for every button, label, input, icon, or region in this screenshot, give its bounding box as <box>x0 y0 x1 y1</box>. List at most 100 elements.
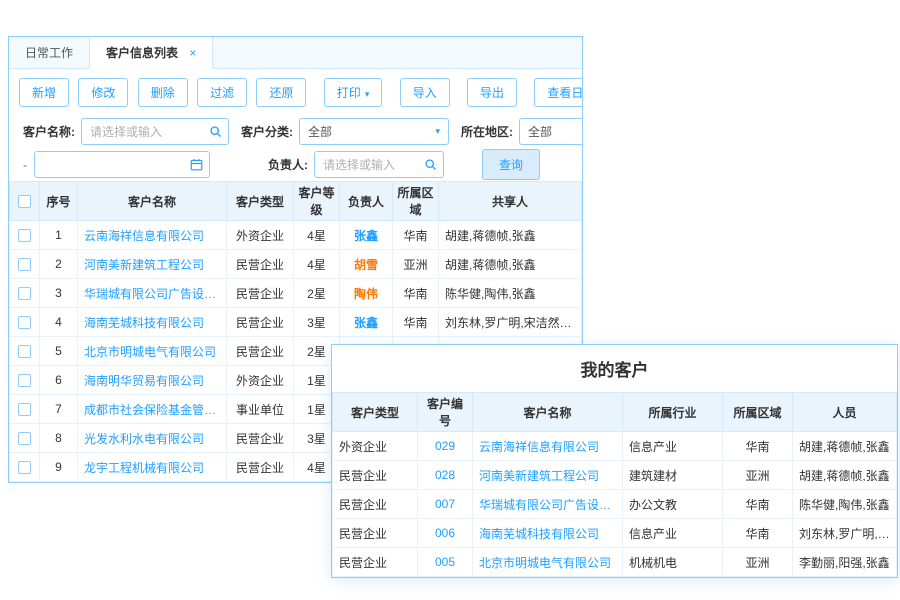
view-log-button[interactable]: 查看日志 <box>534 78 583 107</box>
customer-name-link[interactable]: 北京市明城电气有限公司 <box>78 337 227 366</box>
search-icon[interactable] <box>424 158 437 174</box>
row-checkbox[interactable] <box>18 229 31 242</box>
customer-name-input[interactable] <box>81 118 229 145</box>
edit-button[interactable]: 修改 <box>78 78 128 107</box>
row-checkbox[interactable] <box>18 403 31 416</box>
customer-name-label: 客户名称: <box>23 123 75 140</box>
customer-region: 华南 <box>723 432 793 461</box>
import-button[interactable]: 导入 <box>400 78 450 107</box>
customer-code-link[interactable]: 006 <box>418 519 473 548</box>
row-index: 2 <box>40 250 78 279</box>
filter-button[interactable]: 过滤 <box>197 78 247 107</box>
close-icon[interactable]: × <box>189 46 196 60</box>
customer-shared: 胡建,蒋德帧,张鑫 <box>439 250 582 279</box>
customer-level: 4星 <box>294 221 340 250</box>
customer-name-link[interactable]: 云南海祥信息有限公司 <box>78 221 227 250</box>
filter-row-2: - 负责人: 查询 <box>9 148 582 181</box>
select-all-header <box>10 182 40 221</box>
customer-name-link[interactable]: 龙宇工程机械有限公司 <box>78 453 227 482</box>
table-row[interactable]: 3 华瑞城有限公司广告设计部 民营企业 2星 陶伟 华南 陈华健,陶伟,张鑫 <box>10 279 582 308</box>
row-index: 8 <box>40 424 78 453</box>
print-button-label: 打印 <box>337 86 361 100</box>
customer-region: 华南 <box>393 279 439 308</box>
customer-region: 亚洲 <box>723 548 793 577</box>
tab-daily-work[interactable]: 日常工作 <box>9 37 89 68</box>
customer-region: 华南 <box>393 221 439 250</box>
customer-name-link[interactable]: 光发水利水电有限公司 <box>78 424 227 453</box>
customer-code-link[interactable]: 005 <box>418 548 473 577</box>
customer-type: 民营企业 <box>333 548 418 577</box>
customer-type: 民营企业 <box>227 337 294 366</box>
row-checkbox[interactable] <box>18 287 31 300</box>
tab-customer-list[interactable]: 客户信息列表 × <box>89 37 213 69</box>
header-row: 客户类型 客户编号 客户名称 所属行业 所属区域 人员 <box>333 393 897 432</box>
customer-name-link[interactable]: 海南芜城科技有限公司 <box>78 308 227 337</box>
tab-customer-list-label: 客户信息列表 <box>106 46 178 60</box>
calendar-icon[interactable] <box>190 158 203 174</box>
customer-leader[interactable]: 张鑫 <box>340 308 393 337</box>
customer-industry: 信息产业 <box>623 519 723 548</box>
row-checkbox[interactable] <box>18 316 31 329</box>
leader-label: 负责人: <box>268 156 308 173</box>
table-row[interactable]: 4 海南芜城科技有限公司 民营企业 3星 张鑫 华南 刘东林,罗广明,宋洁然,张… <box>10 308 582 337</box>
row-checkbox[interactable] <box>18 432 31 445</box>
header-customer-name: 客户名称 <box>473 393 623 432</box>
customer-code-link[interactable]: 007 <box>418 490 473 519</box>
header-customer-name: 客户名称 <box>78 182 227 221</box>
row-checkbox[interactable] <box>18 374 31 387</box>
customer-type: 民营企业 <box>333 461 418 490</box>
table-row[interactable]: 2 河南美新建筑工程公司 民营企业 4星 胡雪 亚洲 胡建,蒋德帧,张鑫 <box>10 250 582 279</box>
customer-category-label: 客户分类: <box>241 123 293 140</box>
leader-field-wrap <box>314 151 444 178</box>
customer-leader[interactable]: 胡雪 <box>340 250 393 279</box>
date-input[interactable] <box>34 151 210 178</box>
row-checkbox[interactable] <box>18 345 31 358</box>
my-customers-body: 外资企业 029 云南海祥信息有限公司 信息产业 华南 胡建,蒋德帧,张鑫 民营… <box>333 432 897 577</box>
customer-staff: 陈华健,陶伟,张鑫 <box>793 490 897 519</box>
row-checkbox[interactable] <box>18 258 31 271</box>
customer-name-link[interactable]: 河南美新建筑工程公司 <box>78 250 227 279</box>
customer-name-link[interactable]: 河南美新建筑工程公司 <box>473 461 623 490</box>
header-customer-type: 客户类型 <box>227 182 294 221</box>
table-row[interactable]: 民营企业 007 华瑞城有限公司广告设计部 办公文教 华南 陈华健,陶伟,张鑫 <box>333 490 897 519</box>
query-button[interactable]: 查询 <box>482 149 540 180</box>
customer-name-link[interactable]: 华瑞城有限公司广告设计部 <box>78 279 227 308</box>
region-select[interactable]: 全部 ▾ <box>519 118 583 145</box>
restore-button[interactable]: 还原 <box>256 78 306 107</box>
delete-button[interactable]: 删除 <box>138 78 188 107</box>
customer-industry: 信息产业 <box>623 432 723 461</box>
customer-type: 民营企业 <box>227 453 294 482</box>
table-row[interactable]: 1 云南海祥信息有限公司 外资企业 4星 张鑫 华南 胡建,蒋德帧,张鑫 <box>10 221 582 250</box>
customer-name-link[interactable]: 成都市社会保险基金管理... <box>78 395 227 424</box>
table-row[interactable]: 民营企业 006 海南芜城科技有限公司 信息产业 华南 刘东林,罗广明,宋洁然.… <box>333 519 897 548</box>
customer-industry: 建筑建材 <box>623 461 723 490</box>
header-staff: 人员 <box>793 393 897 432</box>
checkbox-cell <box>10 453 40 482</box>
customer-code-link[interactable]: 028 <box>418 461 473 490</box>
customer-industry: 机械机电 <box>623 548 723 577</box>
customer-category-value: 全部 <box>308 123 332 140</box>
table-row[interactable]: 民营企业 005 北京市明城电气有限公司 机械机电 亚洲 李勤丽,阳强,张鑫 <box>333 548 897 577</box>
customer-name-link[interactable]: 北京市明城电气有限公司 <box>473 548 623 577</box>
chevron-down-icon: ▾ <box>365 89 370 99</box>
customer-leader[interactable]: 陶伟 <box>340 279 393 308</box>
customer-category-select[interactable]: 全部 ▾ <box>299 118 449 145</box>
print-button[interactable]: 打印 ▾ <box>324 78 383 107</box>
customer-name-link[interactable]: 海南芜城科技有限公司 <box>473 519 623 548</box>
search-icon[interactable] <box>209 125 222 141</box>
customer-name-link[interactable]: 云南海祥信息有限公司 <box>473 432 623 461</box>
customer-name-link[interactable]: 海南明华贸易有限公司 <box>78 366 227 395</box>
row-index: 4 <box>40 308 78 337</box>
export-button[interactable]: 导出 <box>467 78 517 107</box>
my-customers-panel: 我的客户 客户类型 客户编号 客户名称 所属行业 所属区域 人员 外资企业 02… <box>331 344 898 578</box>
customer-industry: 办公文教 <box>623 490 723 519</box>
table-row[interactable]: 民营企业 028 河南美新建筑工程公司 建筑建材 亚洲 胡建,蒋德帧,张鑫 <box>333 461 897 490</box>
select-all-checkbox[interactable] <box>18 195 31 208</box>
customer-leader[interactable]: 张鑫 <box>340 221 393 250</box>
customer-code-link[interactable]: 029 <box>418 432 473 461</box>
row-checkbox[interactable] <box>18 461 31 474</box>
customer-name-link[interactable]: 华瑞城有限公司广告设计部 <box>473 490 623 519</box>
customer-level: 2星 <box>294 279 340 308</box>
table-row[interactable]: 外资企业 029 云南海祥信息有限公司 信息产业 华南 胡建,蒋德帧,张鑫 <box>333 432 897 461</box>
add-button[interactable]: 新增 <box>19 78 69 107</box>
